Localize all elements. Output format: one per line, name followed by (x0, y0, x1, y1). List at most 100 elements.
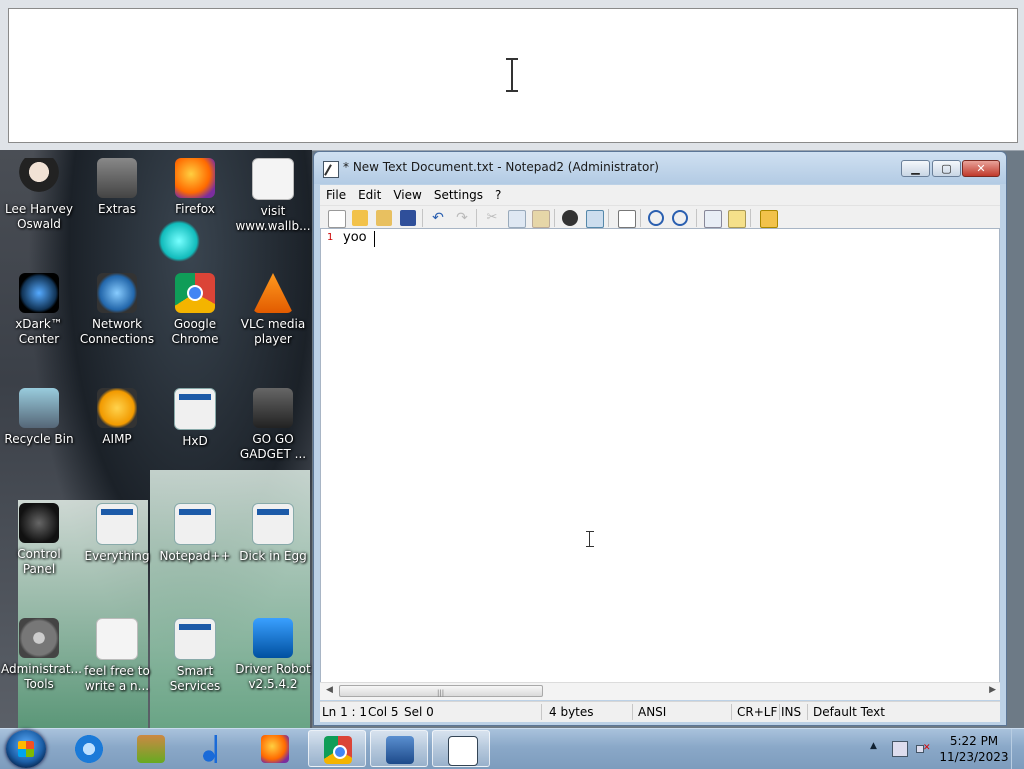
taskbar-remote-desktop[interactable] (370, 730, 428, 767)
customize-scheme-icon[interactable] (728, 210, 746, 228)
desktop-icon-driver-robot[interactable]: Driver Robot v2.5.4.2 (235, 618, 311, 692)
desktop-icon-smart-services[interactable]: Smart Services (157, 618, 233, 694)
redo-icon[interactable]: ↷ (454, 210, 470, 226)
app-icon (252, 503, 294, 545)
volume-muted-icon[interactable] (916, 741, 931, 755)
start-button[interactable] (6, 730, 46, 768)
desktop-icon-network-connections[interactable]: Network Connections (79, 273, 155, 347)
new-file-icon[interactable] (328, 210, 346, 228)
desktop-icon-feel-free[interactable]: feel free to write a n... (79, 618, 155, 694)
app-icon (174, 388, 216, 430)
menu-file[interactable]: File (320, 188, 352, 202)
music-icon (199, 735, 227, 763)
undo-icon[interactable]: ↶ (430, 210, 446, 226)
maximize-button[interactable]: ▢ (932, 160, 961, 177)
desktop-icon-everything[interactable]: Everything (79, 503, 155, 564)
top-window-content-area[interactable] (8, 8, 1018, 143)
show-desktop-button[interactable] (1011, 729, 1024, 769)
desktop-icon-aimp[interactable]: AIMP (79, 388, 155, 447)
status-insert-mode[interactable]: INS (781, 705, 801, 719)
desktop-icon-lee-harvey-oswald[interactable]: Lee Harvey Oswald (1, 158, 77, 232)
toolbar-separator (608, 209, 609, 227)
text-cursor-icon (506, 58, 518, 92)
store-icon (137, 735, 165, 763)
minimize-button[interactable]: ▁ (901, 160, 930, 177)
cut-icon[interactable]: ✂ (484, 210, 500, 226)
desktop-icon-go-go-gadget[interactable]: GO GO GADGET ... (235, 388, 311, 462)
desktop-icon-dick-in-egg[interactable]: Dick in Egg (235, 503, 311, 564)
scroll-left-icon[interactable]: ◀ (326, 685, 333, 695)
exit-icon[interactable] (760, 210, 778, 228)
status-divider (779, 704, 780, 720)
desktop-icon-label: HxD (182, 434, 208, 448)
desktop-icon-xdark-center[interactable]: xDark™ Center (1, 273, 77, 347)
desktop-icon-extras[interactable]: Extras (79, 158, 155, 217)
menu-view[interactable]: View (387, 188, 427, 202)
wallpaper-glow (158, 220, 200, 262)
desktop-icon-label: feel free to write a n... (84, 664, 150, 693)
replace-icon[interactable] (586, 210, 604, 228)
recycle-bin-icon (19, 388, 59, 428)
status-divider (807, 704, 808, 720)
zoom-in-icon[interactable] (648, 210, 664, 226)
status-selection: Sel 0 (404, 705, 434, 719)
open-folder-icon[interactable] (352, 210, 368, 226)
toolbar-separator (554, 209, 555, 227)
chrome-icon (175, 273, 215, 313)
find-icon[interactable] (562, 210, 578, 226)
firefox-icon (175, 158, 215, 198)
taskbar-music[interactable] (184, 730, 242, 767)
close-icon: ✕ (976, 162, 986, 175)
menu-edit[interactable]: Edit (352, 188, 387, 202)
taskbar-notepad2[interactable] (432, 730, 490, 767)
title-bar[interactable]: * New Text Document.txt - Notepad2 (Admi… (314, 152, 1006, 184)
zoom-out-icon[interactable] (672, 210, 688, 226)
copy-icon[interactable] (508, 210, 526, 228)
taskbar-firefox[interactable] (246, 730, 304, 767)
save-icon[interactable] (400, 210, 416, 226)
firefox-icon (261, 735, 289, 763)
editor-area[interactable]: 1 yoo (320, 228, 1000, 684)
notepad2-app-icon[interactable] (323, 161, 339, 178)
paste-icon[interactable] (532, 210, 550, 228)
taskbar-chrome[interactable] (308, 730, 366, 767)
menu-help[interactable]: ? (489, 188, 507, 202)
desktop-icon-label: visit www.wallb... (235, 204, 311, 233)
desktop-icon-vlc[interactable]: VLC media player (235, 273, 311, 347)
robot-icon (253, 618, 293, 658)
remote-desktop-icon (386, 736, 414, 764)
menu-settings[interactable]: Settings (428, 188, 489, 202)
desktop-icon-control-panel[interactable]: Control Panel (1, 503, 77, 577)
desktop-icon-recycle-bin[interactable]: Recycle Bin (1, 388, 77, 447)
desktop-icon-firefox[interactable]: Firefox (157, 158, 233, 217)
scheme-icon[interactable] (704, 210, 722, 228)
desktop-icon-label: Firefox (175, 202, 215, 216)
horizontal-scrollbar[interactable]: ◀ ||| ▶ (320, 682, 1000, 700)
desktop-icon-hxd[interactable]: HxD (157, 388, 233, 449)
clock[interactable]: 5:22 PM 11/23/2023 (936, 733, 1012, 765)
taskbar-store[interactable] (122, 730, 180, 767)
orb-icon (19, 273, 59, 313)
desktop-icon-administrative-tools[interactable]: Administrat... Tools (1, 618, 82, 692)
taskbar-internet-explorer[interactable] (60, 730, 118, 767)
network-icon (97, 273, 137, 313)
status-line-ending[interactable]: CR+LF (737, 705, 777, 719)
word-wrap-icon[interactable] (618, 210, 636, 228)
status-scheme[interactable]: Default Text (813, 705, 885, 719)
desktop-icon-google-chrome[interactable]: Google Chrome (157, 273, 233, 347)
app-icon (174, 618, 216, 660)
desktop-icon-notepad-plus-plus[interactable]: Notepad++ (157, 503, 233, 564)
notepad2-icon (448, 736, 478, 766)
close-button[interactable]: ✕ (962, 160, 1000, 177)
browse-icon[interactable] (376, 210, 392, 226)
scroll-right-icon[interactable]: ▶ (989, 685, 996, 695)
folder-icon (97, 158, 137, 198)
network-status-icon[interactable] (892, 741, 908, 757)
document-icon (252, 158, 294, 200)
show-hidden-icons-icon[interactable]: ▲ (870, 741, 877, 751)
status-size: 4 bytes (549, 705, 594, 719)
editor-text[interactable]: yoo (343, 230, 367, 245)
scrollbar-grip-icon: ||| (437, 689, 445, 697)
status-encoding[interactable]: ANSI (638, 705, 666, 719)
desktop-icon-visit-wallb[interactable]: visit www.wallb... (235, 158, 311, 234)
